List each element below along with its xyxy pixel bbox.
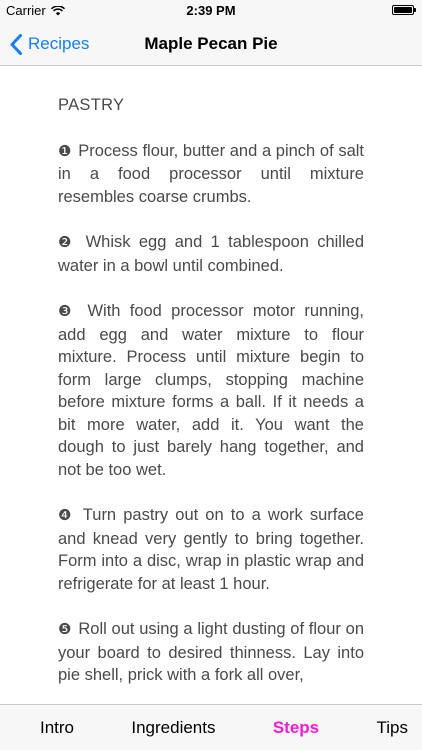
status-bar: Carrier 2:39 PM xyxy=(0,0,422,22)
battery-icon xyxy=(392,5,416,15)
step-number: ❷ xyxy=(58,234,76,251)
tab-bar: Intro Ingredients Steps Tips xyxy=(0,704,422,750)
step-text: Turn pastry out on to a work surface and… xyxy=(58,506,364,593)
step-text: Process flour, butter and a pinch of sal… xyxy=(58,141,364,206)
step-item: ❷ Whisk egg and 1 tablespoon chilled wat… xyxy=(58,231,364,277)
step-item: ❹ Turn pastry out on to a work surface a… xyxy=(58,504,364,595)
step-number: ❶ xyxy=(58,142,72,160)
chevron-left-icon xyxy=(10,33,22,55)
tab-steps[interactable]: Steps xyxy=(273,718,319,738)
tab-tips[interactable]: Tips xyxy=(376,718,408,738)
step-number: ❺ xyxy=(58,621,72,638)
step-number: ❹ xyxy=(58,507,74,524)
step-item: ❶ Process flour, butter and a pinch of s… xyxy=(58,140,364,209)
tab-intro[interactable]: Intro xyxy=(40,718,74,738)
step-item: ❺ Roll out using a light dusting of flou… xyxy=(58,618,364,687)
status-time: 2:39 PM xyxy=(186,3,236,18)
back-button-label: Recipes xyxy=(28,34,90,53)
steps-scroll-view[interactable]: PASTRY ❶ Process flour, butter and a pin… xyxy=(0,66,422,704)
section-title: PASTRY xyxy=(58,96,125,114)
navigation-bar: Recipes Maple Pecan Pie xyxy=(0,22,422,66)
step-number: ❸ xyxy=(58,303,77,320)
tab-ingredients[interactable]: Ingredients xyxy=(131,718,215,738)
step-text: Whisk egg and 1 tablespoon chilled water… xyxy=(58,233,364,275)
back-button[interactable]: Recipes xyxy=(10,22,89,66)
step-text: With food processor motor running, add e… xyxy=(58,302,364,479)
steps-content: PASTRY ❶ Process flour, butter and a pin… xyxy=(0,66,422,687)
step-item: ❸ With food processor motor running, add… xyxy=(58,300,364,481)
step-text: Roll out using a light dusting of flour … xyxy=(58,620,364,684)
